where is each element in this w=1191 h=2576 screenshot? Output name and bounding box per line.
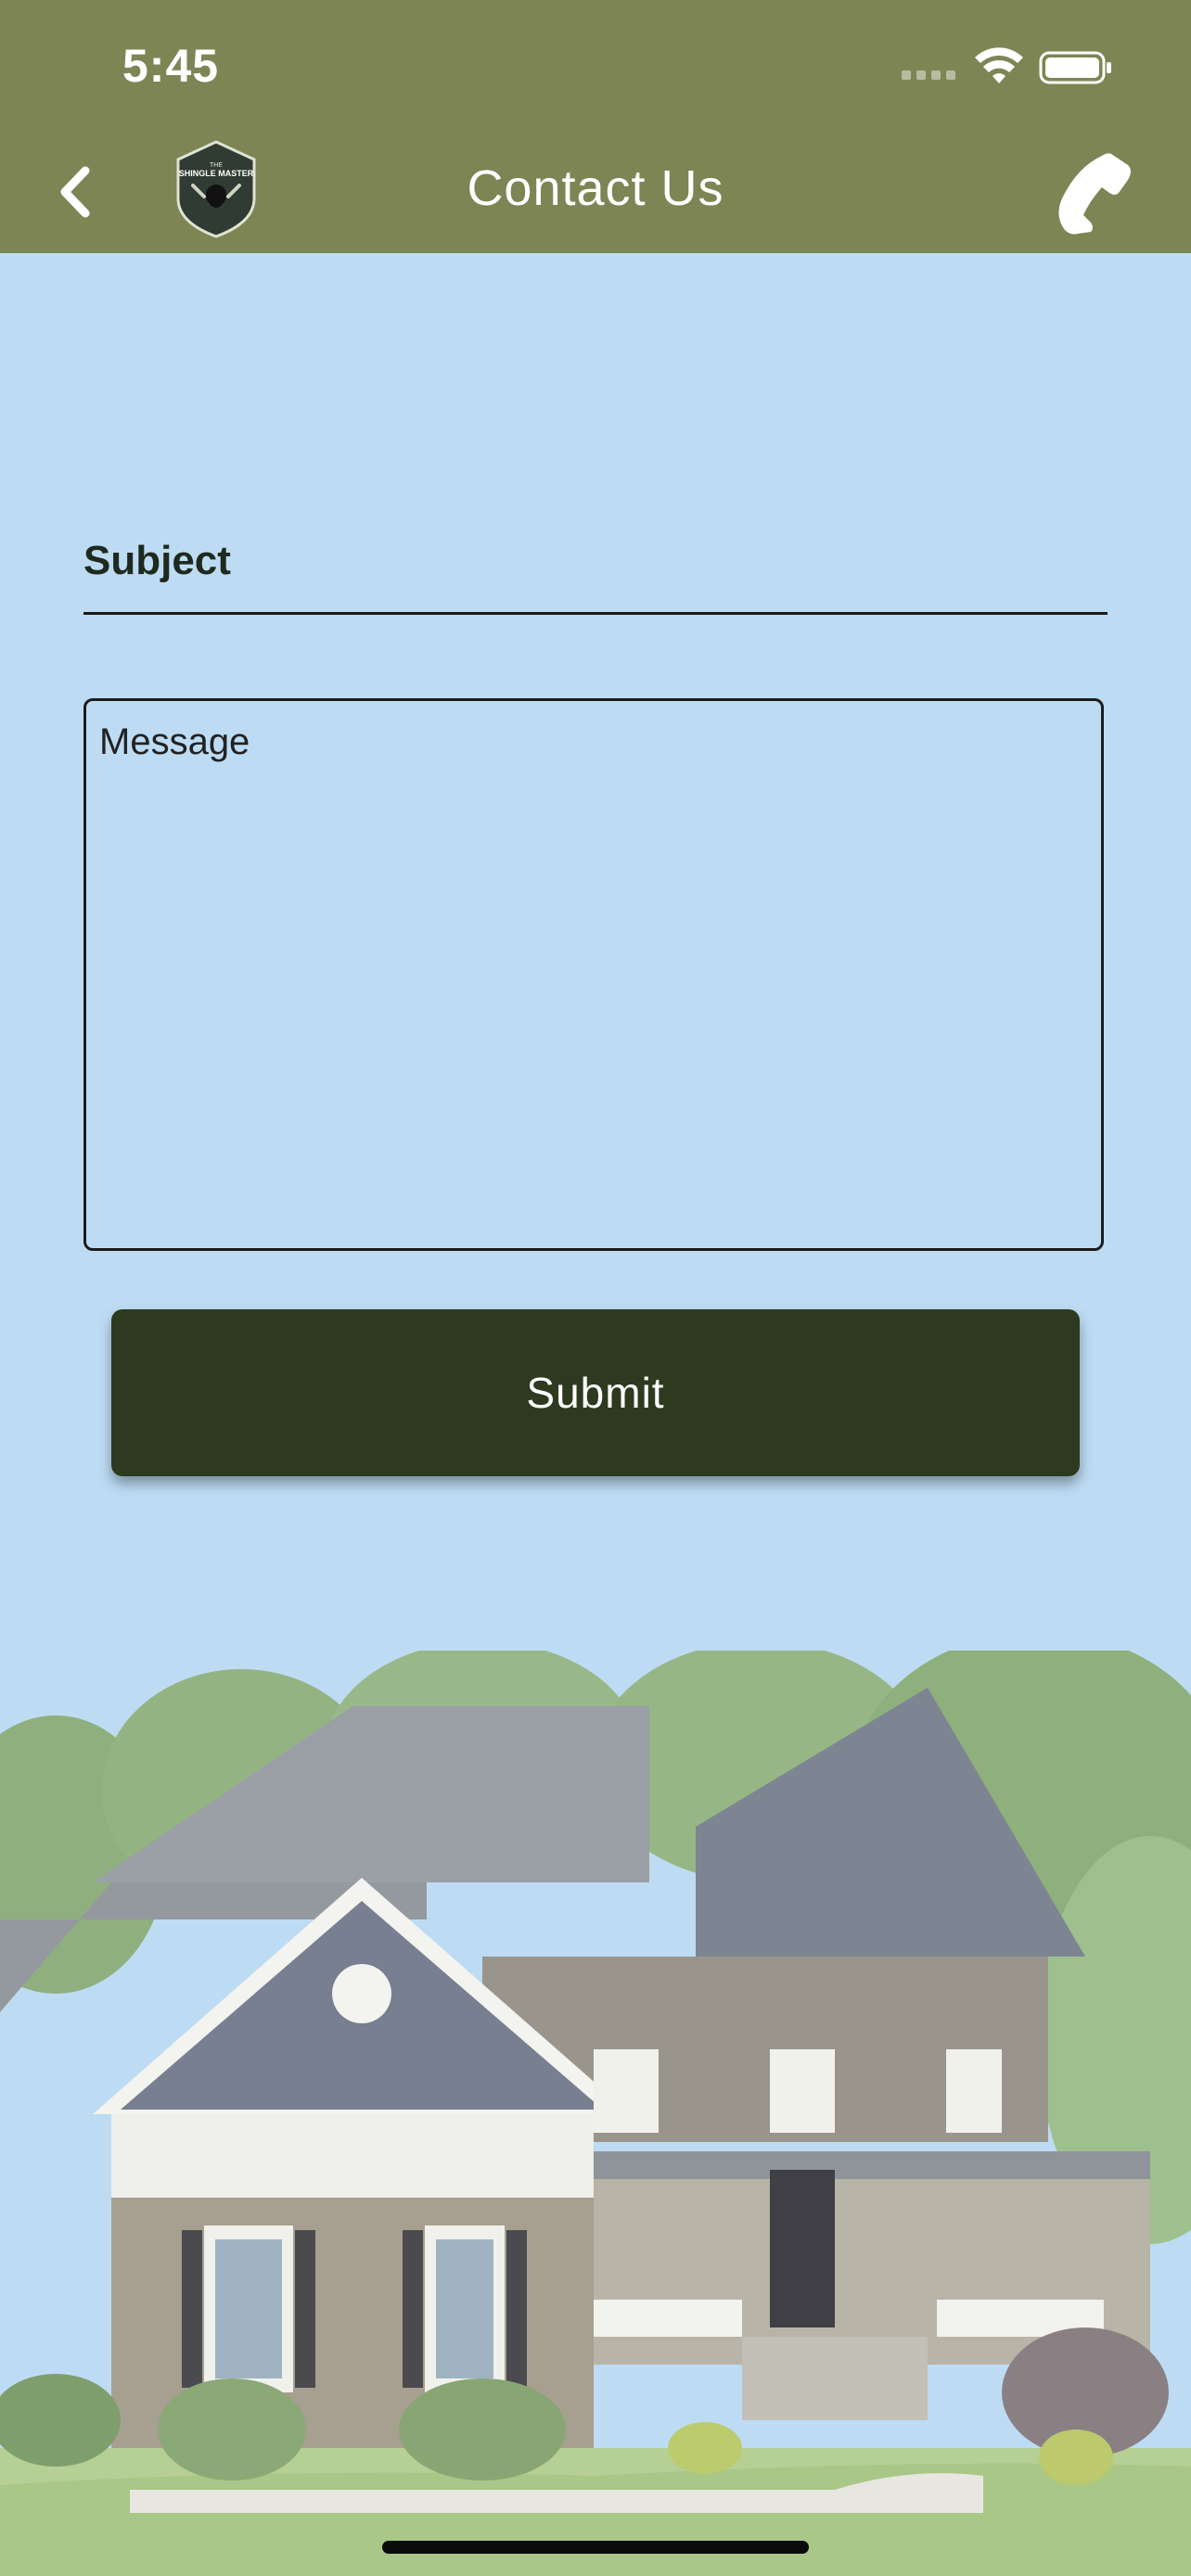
submit-button[interactable]: Submit — [111, 1309, 1080, 1476]
home-indicator[interactable] — [382, 2541, 809, 2554]
app-header: 5:45 THE SHINGLE MASTER Contact Us — [0, 0, 1191, 253]
submit-button-label: Submit — [526, 1369, 665, 1417]
page-title: Contact Us — [467, 160, 724, 216]
house-background-image — [0, 1651, 1191, 2576]
cellular-signal-icon — [902, 70, 957, 83]
battery-icon — [1039, 51, 1111, 84]
status-time: 5:45 — [122, 40, 220, 92]
subject-field[interactable]: Subject — [83, 519, 1108, 615]
wifi-icon — [975, 47, 1023, 83]
phone-icon[interactable] — [1050, 150, 1135, 236]
message-placeholder: Message — [99, 721, 250, 762]
subject-label: Subject — [83, 538, 231, 583]
message-textarea[interactable]: Message — [83, 698, 1104, 1251]
